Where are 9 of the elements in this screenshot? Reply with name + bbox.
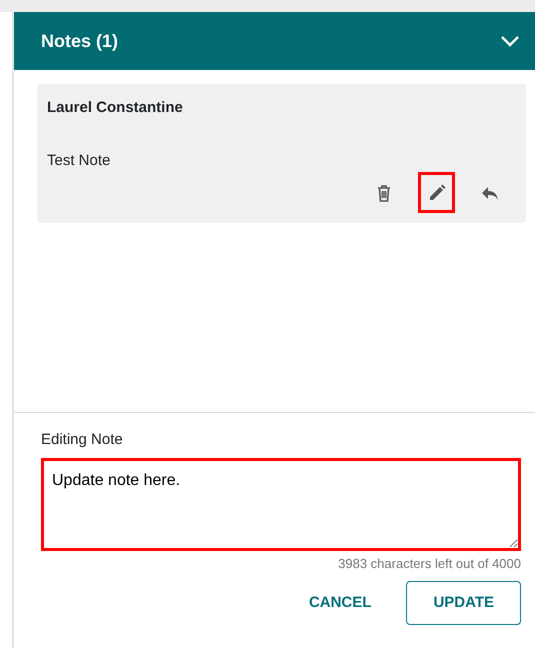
note-text: Test Note xyxy=(47,150,112,170)
note-input-field[interactable]: Update note here. xyxy=(41,458,521,550)
note-author: Laurel Constantine xyxy=(47,98,184,118)
pencil-button[interactable] xyxy=(418,172,455,213)
field-label: Editing Note xyxy=(41,430,124,450)
panel-title: Notes (1) xyxy=(41,30,118,53)
character-counter: 3983 characters left out of 4000 xyxy=(337,554,521,572)
update-button[interactable]: UPDATE xyxy=(406,581,521,625)
cancel-button[interactable]: CANCEL xyxy=(282,581,398,625)
